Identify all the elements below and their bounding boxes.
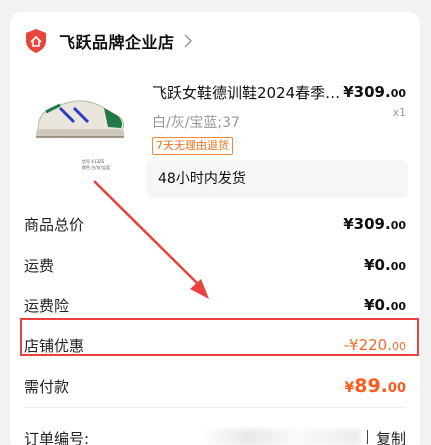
copy-button[interactable]: 复制: [376, 428, 406, 445]
product-title[interactable]: 飞跃女鞋德训鞋2024春季…: [152, 82, 344, 103]
shop-header[interactable]: 飞跃品牌企业店: [24, 28, 193, 54]
product-price: ¥309.00: [343, 83, 406, 101]
order-number-redacted: [200, 429, 360, 445]
shoe-image: [36, 100, 125, 138]
shipping-fee-value: ¥0.00: [364, 256, 406, 274]
product-quantity: x1: [392, 106, 406, 119]
shop-logo-icon: [26, 29, 46, 53]
total-value: ¥309.00: [343, 215, 406, 233]
summary-row-shipping: 运费 ¥0.00: [24, 256, 406, 275]
summary-row-payable: 需付款 ¥89.00: [24, 375, 406, 397]
separator: [367, 430, 368, 444]
return-policy-badge: 7天无理由退货: [152, 137, 233, 155]
chevron-right-icon: [183, 34, 192, 48]
annotation-highlight-box: [20, 318, 419, 356]
summary-row-insurance: 运费险 ¥0.00: [24, 296, 406, 315]
payable-value: ¥89.00: [344, 375, 406, 397]
order-card: 飞跃品牌企业店 货号 413ZS 颜色 白/灰/宝蓝 飞跃女鞋德训鞋2024春季…: [10, 12, 420, 445]
divider: [24, 407, 406, 408]
shipping-info: 48小时内发货: [146, 160, 408, 198]
thumb-caption: 货号 413ZS 颜色 白/灰/宝蓝: [82, 159, 110, 170]
insurance-value: ¥0.00: [364, 296, 406, 314]
order-number-label: 订单编号:: [24, 430, 90, 445]
summary-row-total: 商品总价 ¥309.00: [24, 215, 406, 234]
shop-name: 飞跃品牌企业店: [59, 33, 175, 52]
product-spec: 白/灰/宝蓝;37: [152, 115, 240, 131]
product-thumbnail[interactable]: 货号 413ZS 颜色 白/灰/宝蓝: [30, 72, 130, 176]
